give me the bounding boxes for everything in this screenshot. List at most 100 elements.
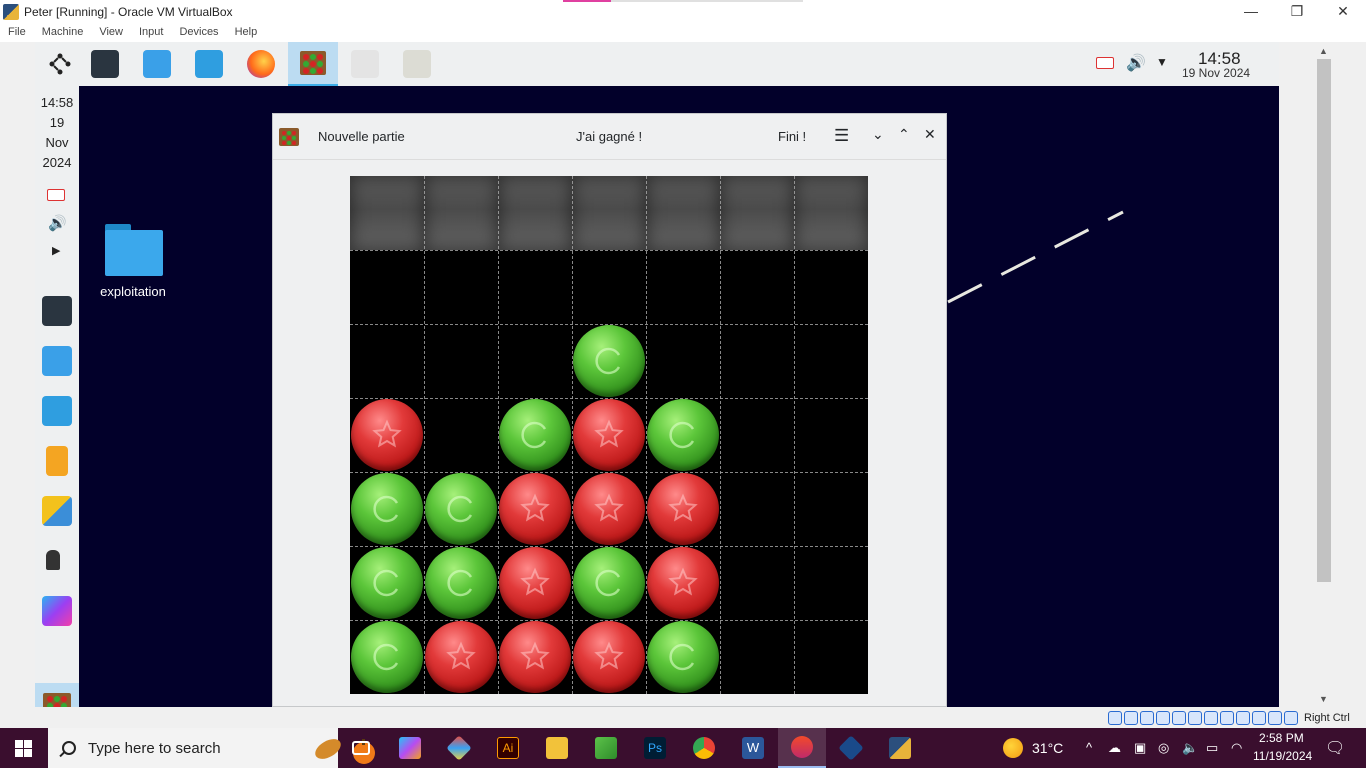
taskbar-clock-time[interactable]: 2:58 PM	[1259, 731, 1304, 745]
menu-help[interactable]: Help	[227, 23, 266, 42]
ring-icon	[373, 643, 399, 671]
network-tray-icon[interactable]	[1096, 57, 1114, 69]
star-icon	[446, 641, 476, 670]
left-volume-icon[interactable]: 🔊	[48, 214, 67, 232]
left-media-player-icon[interactable]	[42, 596, 72, 626]
scrollbar-thumb[interactable]	[1317, 59, 1331, 582]
green-piece	[351, 621, 423, 693]
scroll-up-icon[interactable]: ▲	[1319, 46, 1328, 56]
mouse-integration-icon[interactable]	[1252, 711, 1266, 725]
puzzle-game-launcher[interactable]	[392, 42, 442, 86]
network-icon[interactable]	[1156, 711, 1170, 725]
drop-row[interactable]	[350, 176, 868, 250]
recording-icon[interactable]	[1220, 711, 1234, 725]
vm-display[interactable]: 🔊 ▼ 14:58 19 Nov 2024 14:58 19 Nov 2024 …	[35, 42, 1279, 707]
left-four-in-a-row-active[interactable]	[35, 683, 79, 707]
drop-slot[interactable]	[424, 176, 498, 250]
system-settings-launcher[interactable]	[80, 42, 130, 86]
wifi-icon[interactable]: ◠	[1231, 740, 1242, 756]
left-clock-day: 19	[49, 115, 65, 130]
drop-slot[interactable]	[794, 176, 868, 250]
left-store-icon[interactable]	[42, 346, 72, 376]
ring-icon	[595, 347, 621, 375]
star-icon	[372, 419, 402, 448]
weather-sun-icon[interactable]	[1003, 738, 1023, 758]
tray-expand-icon[interactable]: ▼	[1156, 55, 1168, 69]
display-icon[interactable]	[1204, 711, 1218, 725]
drop-slot[interactable]	[646, 176, 720, 250]
keyboard-capture-icon[interactable]	[1284, 711, 1298, 725]
application-launcher-button[interactable]	[35, 42, 85, 86]
ring-icon	[447, 569, 473, 597]
dolphin-launcher[interactable]	[184, 42, 234, 86]
host-restore-button[interactable]: ❐	[1274, 0, 1320, 23]
drop-slot[interactable]	[720, 176, 794, 250]
scroll-down-icon[interactable]: ▼	[1319, 694, 1328, 704]
usb-icon[interactable]	[1140, 711, 1154, 725]
left-folder-icon[interactable]	[42, 396, 72, 426]
left-chess-icon[interactable]	[42, 546, 72, 576]
virtualbox-logo-icon	[3, 3, 19, 20]
system-tray: 31°C ^ ☁ ▣ ◎ 🔈 ▭ ◠ 2:58 PM 11/19/2024 🗨	[0, 728, 1366, 768]
left-settings-icon[interactable]	[42, 296, 72, 326]
left-kpat-icon[interactable]	[42, 496, 72, 526]
drop-slot[interactable]	[572, 176, 646, 250]
meet-icon[interactable]: ◎	[1158, 740, 1169, 756]
grid-line-vertical	[794, 176, 795, 694]
weather-temperature[interactable]: 31°C	[1032, 740, 1063, 756]
red-piece	[351, 399, 423, 471]
left-expand-icon[interactable]: ▶	[52, 244, 60, 257]
drop-slot[interactable]	[350, 176, 424, 250]
left-clock-time[interactable]: 14:58	[35, 95, 79, 110]
shared-folders-icon[interactable]	[1172, 711, 1186, 725]
optical-drive-icon[interactable]	[1108, 711, 1122, 725]
host-close-button[interactable]: ✕	[1320, 0, 1366, 23]
title-accent-line	[563, 0, 803, 2]
game-board[interactable]	[350, 176, 868, 694]
game-app-icon	[279, 128, 299, 146]
menu-input[interactable]: Input	[131, 23, 171, 42]
globe-icon[interactable]	[1268, 711, 1282, 725]
guest-clock-date[interactable]: 19 Nov 2024	[1182, 66, 1250, 80]
discover-launcher[interactable]	[132, 42, 182, 86]
maximize-window-button[interactable]: ⌃	[898, 126, 910, 143]
host-minimize-button[interactable]: —	[1228, 0, 1274, 23]
star-icon	[594, 419, 624, 448]
taskbar-clock-date[interactable]: 11/19/2024	[1253, 749, 1312, 763]
menu-file[interactable]: File	[0, 23, 34, 42]
left-clock-month: Nov	[45, 135, 69, 150]
new-game-button[interactable]: Nouvelle partie	[318, 129, 405, 144]
battery-icon[interactable]: ▭	[1206, 740, 1218, 756]
red-piece	[499, 547, 571, 619]
left-network-icon[interactable]	[47, 189, 65, 201]
close-window-button[interactable]: ✕	[924, 126, 936, 143]
pencil-icon[interactable]	[1188, 711, 1202, 725]
screen-icon[interactable]: ▣	[1134, 740, 1146, 756]
menu-devices[interactable]: Devices	[171, 23, 226, 42]
green-piece	[425, 473, 497, 545]
star-icon	[668, 567, 698, 596]
firefox-icon	[247, 50, 275, 78]
hamburger-menu-icon[interactable]: ☰	[834, 126, 849, 146]
menu-view[interactable]: View	[91, 23, 131, 42]
green-piece	[351, 547, 423, 619]
drop-slot[interactable]	[498, 176, 572, 250]
volume-icon[interactable]: 🔊	[1126, 53, 1146, 73]
left-office-icon[interactable]	[46, 446, 68, 476]
host-menubar: File Machine View Input Devices Help	[0, 23, 1366, 42]
finished-button[interactable]: Fini !	[778, 129, 806, 144]
speaker-icon[interactable]: 🔈	[1182, 740, 1198, 756]
cpu-icon[interactable]	[1236, 711, 1250, 725]
four-in-a-row-launcher[interactable]	[288, 42, 338, 86]
notifications-icon[interactable]: 🗨	[1325, 738, 1345, 758]
host-vertical-scrollbar[interactable]: ▲ ▼	[1316, 44, 1332, 707]
desktop-folder-label: exploitation	[100, 284, 166, 299]
menu-machine[interactable]: Machine	[34, 23, 92, 42]
dice-game-launcher[interactable]	[340, 42, 390, 86]
desktop-folder-exploitation[interactable]: exploitation	[98, 222, 168, 299]
minimize-window-button[interactable]: ⌄	[872, 126, 884, 143]
show-hidden-icons-icon[interactable]: ^	[1086, 740, 1092, 755]
firefox-launcher[interactable]	[236, 42, 286, 86]
audio-icon[interactable]	[1124, 711, 1138, 725]
cloud-icon[interactable]: ☁	[1108, 740, 1121, 756]
